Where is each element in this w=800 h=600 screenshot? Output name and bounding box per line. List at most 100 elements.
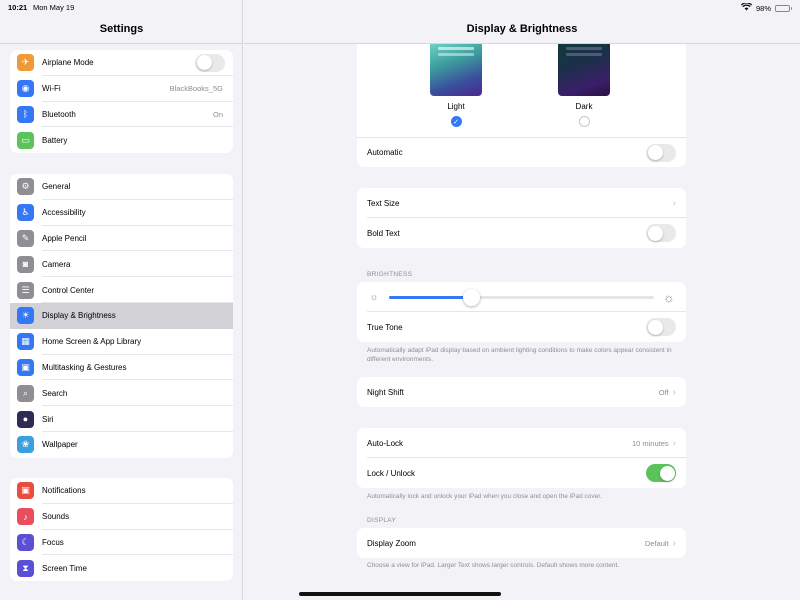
search-icon: ⌕ (17, 384, 34, 402)
appearance-dark-option[interactable]: Dark (554, 44, 614, 127)
true-tone-toggle[interactable] (646, 318, 676, 336)
sidebar-item-bluetooth[interactable]: ᛒ Bluetooth On (10, 102, 233, 128)
sidebar-item-label: Accessibility (42, 208, 86, 218)
appearance-light-option[interactable]: Light ✓ (426, 44, 486, 127)
sidebar-item-accessibility[interactable]: ♿ Accessibility (10, 200, 233, 226)
sun-large-icon: ☼ (663, 289, 675, 305)
sidebar-item-notifications[interactable]: ▣ Notifications (10, 478, 233, 504)
sidebar-item-label: Notifications (42, 486, 86, 496)
airplane-icon: ✈ (17, 54, 34, 72)
lock-unlock-row: Lock / Unlock (357, 458, 686, 488)
sidebar-item-label: Multitasking & Gestures (42, 362, 127, 372)
auto-lock-label: Auto-Lock (367, 438, 404, 448)
bold-text-row: Bold Text (357, 218, 686, 248)
sidebar-item-label: Airplane Mode (42, 58, 94, 68)
camera-icon: ◙ (17, 255, 34, 273)
lock-unlock-toggle[interactable] (646, 464, 676, 482)
sidebar-item-label: Sounds (42, 512, 70, 522)
detail-title: Display & Brightness (466, 23, 578, 35)
automatic-toggle[interactable] (646, 143, 676, 162)
sidebar-group-system: ⚙ General ♿ Accessibility ✎ Apple Pencil ◙ Came… (10, 174, 233, 458)
airplane-mode-toggle[interactable] (195, 53, 225, 72)
sidebar-item-wi-fi[interactable]: ◉ Wi-Fi BlackBooks_5G (10, 76, 233, 102)
sidebar-item-value: BlackBooks_5G (169, 84, 223, 94)
sidebar-item-multitasking-gestures[interactable]: ▣ Multitasking & Gestures (10, 355, 233, 381)
sidebar-item-label: Wi-Fi (42, 84, 61, 94)
automatic-group: Automatic (357, 137, 686, 167)
true-tone-label: True Tone (367, 322, 403, 332)
sun-small-icon: ☼ (369, 291, 379, 303)
sidebar-item-label: Bluetooth (42, 109, 76, 119)
appearance-dark-label: Dark (575, 102, 593, 111)
sidebar-item-focus[interactable]: ☾ Focus (10, 530, 233, 556)
sidebar-item-apple-pencil[interactable]: ✎ Apple Pencil (10, 226, 233, 252)
display-zoom-row[interactable]: Display Zoom Default › (357, 528, 686, 558)
brightness-header: BRIGHTNESS (367, 271, 413, 278)
display-zoom-caption: Choose a view for iPad. Larger Text show… (367, 562, 620, 569)
status-bar: 10:21 Mon May 19 98% (0, 0, 800, 14)
night-shift-value: Off (658, 387, 669, 397)
status-date: Mon May 19 (33, 3, 75, 12)
screen-time-icon: ⧗ (17, 559, 34, 577)
multitasking-icon: ▣ (17, 358, 34, 376)
sidebar-item-siri[interactable]: ● Siri (10, 406, 233, 432)
sidebar-item-label: Battery (42, 135, 68, 145)
auto-lock-row[interactable]: Auto-Lock 10 minutes › (357, 428, 686, 458)
display-zoom-label: Display Zoom (367, 538, 416, 548)
brightness-group: ☼ ☼ True Tone (357, 282, 686, 342)
pencil-icon: ✎ (17, 229, 34, 247)
text-size-row[interactable]: Text Size › (357, 188, 686, 218)
brightness-slider-row: ☼ ☼ (357, 282, 686, 312)
automatic-row: Automatic (357, 137, 686, 167)
night-shift-label: Night Shift (367, 387, 404, 397)
bold-text-toggle[interactable] (646, 224, 676, 242)
night-shift-row[interactable]: Night Shift Off › (357, 377, 686, 407)
sidebar-item-display-brightness[interactable]: ☀ Display & Brightness (10, 302, 233, 329)
night-shift-group: Night Shift Off › (357, 377, 686, 407)
bold-text-label: Bold Text (367, 228, 400, 238)
light-preview-image[interactable] (430, 44, 482, 96)
chevron-right-icon: › (672, 386, 676, 398)
chevron-right-icon: › (672, 437, 676, 449)
sidebar-item-control-center[interactable]: ☰ Control Center (10, 277, 233, 303)
gear-icon: ⚙ (17, 178, 34, 196)
sidebar-item-wallpaper[interactable]: ❀ Wallpaper (10, 432, 233, 458)
sidebar-item-search[interactable]: ⌕ Search (10, 380, 233, 406)
bluetooth-icon: ᛒ (17, 105, 34, 123)
sidebar-item-airplane-mode[interactable]: ✈ Airplane Mode (10, 50, 233, 76)
appearance-picker: Light ✓ Dark (357, 44, 686, 137)
sidebar-group-notifications: ▣ Notifications ♪ Sounds ☾ Focus ⧗ Screen Time (10, 478, 233, 582)
home-screen-icon: ▦ (17, 333, 34, 351)
status-time: 10:21 (8, 3, 28, 12)
text-group: Text Size › Bold Text (357, 188, 686, 248)
sidebar-item-value: On (212, 109, 223, 119)
sidebar-item-battery[interactable]: ▭ Battery (10, 127, 233, 153)
dark-preview-image[interactable] (558, 44, 610, 96)
sidebar-item-camera[interactable]: ◙ Camera (10, 251, 233, 277)
light-radio-checked-icon[interactable]: ✓ (450, 116, 462, 127)
control-center-icon: ☰ (17, 281, 34, 299)
sidebar-item-label: Camera (42, 259, 71, 269)
auto-lock-value: 10 minutes (631, 438, 669, 448)
sidebar-item-home-screen-app-library[interactable]: ▦ Home Screen & App Library (10, 329, 233, 355)
notifications-icon: ▣ (17, 482, 34, 500)
brightness-slider[interactable] (389, 288, 654, 306)
dark-radio-icon[interactable] (578, 116, 590, 127)
home-indicator[interactable] (299, 592, 501, 596)
focus-icon: ☾ (17, 533, 34, 551)
sidebar-title: Settings (99, 23, 144, 35)
sidebar-item-sounds[interactable]: ♪ Sounds (10, 504, 233, 530)
wallpaper-icon: ❀ (17, 436, 34, 454)
wifi-icon: ◉ (17, 80, 34, 98)
sidebar-item-label: Home Screen & App Library (42, 337, 142, 347)
sidebar: Settings ✈ Airplane Mode ◉ Wi-Fi BlackBooks_… (0, 0, 243, 600)
brightness-slider-thumb[interactable] (462, 288, 480, 306)
true-tone-row: True Tone (357, 312, 686, 342)
display-zoom-value: Default (644, 538, 669, 548)
sidebar-item-general[interactable]: ⚙ General (10, 174, 233, 200)
display-header: DISPLAY (367, 517, 397, 524)
battery-level-icon (775, 4, 792, 12)
sidebar-item-screen-time[interactable]: ⧗ Screen Time (10, 555, 233, 581)
sidebar-item-label: Search (42, 388, 68, 398)
chevron-right-icon: › (672, 537, 676, 549)
